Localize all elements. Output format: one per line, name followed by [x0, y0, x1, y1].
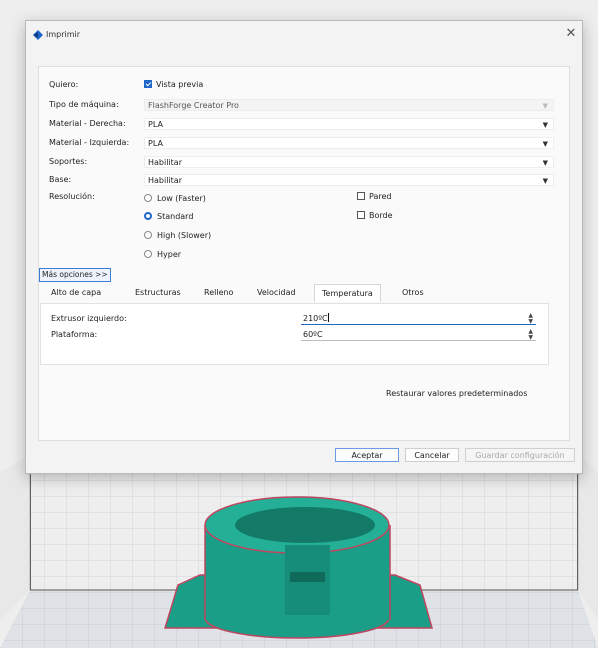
plataforma-temp-input[interactable]: 60ºC ▲ ▼	[301, 329, 536, 341]
restore-defaults-button[interactable]: Restaurar valores predeterminados	[386, 389, 527, 398]
tab-relleno[interactable]: Relleno	[201, 286, 236, 299]
app-logo-icon	[33, 30, 43, 40]
radio-hyper-label: Hyper	[157, 250, 182, 259]
material-derecha-value: PLA	[148, 120, 163, 129]
dialog-title: Imprimir	[46, 30, 81, 39]
radio-on-icon	[144, 212, 152, 220]
cancel-button[interactable]: Cancelar	[405, 448, 459, 462]
save-settings-button[interactable]: Guardar configuración	[465, 448, 575, 462]
radio-off-icon	[144, 194, 152, 202]
material-izquierda-value: PLA	[148, 139, 163, 148]
vista-previa-checkbox[interactable]: Vista previa	[144, 80, 203, 89]
base-value: Habilitar	[148, 176, 182, 185]
quiero-label: Quiero:	[49, 80, 79, 89]
radio-standard[interactable]: Standard	[144, 212, 193, 221]
soportes-label: Soportes:	[49, 157, 88, 166]
radio-high-label: High (Slower)	[157, 231, 212, 240]
base-label: Base:	[49, 175, 72, 184]
extrusor-label: Extrusor izquierdo:	[51, 314, 127, 323]
vista-previa-label: Vista previa	[156, 80, 204, 89]
soportes-value: Habilitar	[148, 158, 182, 167]
chevron-down-icon: ▼	[542, 102, 548, 110]
print-settings-panel: Quiero: Vista previa Tipo de máquina: Fl…	[38, 66, 570, 441]
extrusor-temp-value: 210ºC	[303, 314, 328, 323]
print-dialog: Imprimir ✕ Quiero: Vista previa Tipo de …	[25, 20, 583, 474]
material-derecha-label: Material - Derecha:	[49, 119, 126, 128]
material-izquierda-select[interactable]: PLA ▼	[144, 137, 554, 149]
title-bar: Imprimir ✕	[26, 21, 582, 49]
radio-off-icon	[144, 250, 152, 258]
tab-otros[interactable]: Otros	[399, 286, 427, 299]
material-izquierda-label: Material - Izquierda:	[49, 138, 130, 147]
radio-low-label: Low (Faster)	[157, 194, 206, 203]
borde-label: Borde	[369, 211, 393, 220]
chevron-down-icon: ▼	[542, 121, 548, 129]
chevron-down-icon: ▼	[542, 159, 548, 167]
radio-off-icon	[144, 231, 152, 239]
tipo-maquina-select[interactable]: FlashForge Creator Pro ▼	[144, 99, 554, 111]
base-select[interactable]: Habilitar ▼	[144, 174, 554, 186]
tab-alto-de-capa[interactable]: Alto de capa	[48, 286, 104, 299]
checkbox-unchecked-icon	[357, 192, 365, 200]
tipo-maquina-value: FlashForge Creator Pro	[148, 101, 239, 110]
extrusor-temp-input[interactable]: 210ºC ▲ ▼	[301, 313, 536, 325]
text-caret	[327, 313, 329, 322]
tab-temperatura[interactable]: Temperatura	[314, 284, 381, 302]
spin-arrows-icon[interactable]: ▲ ▼	[528, 329, 533, 341]
tipo-maquina-label: Tipo de máquina:	[49, 100, 119, 109]
radio-low[interactable]: Low (Faster)	[144, 194, 206, 203]
radio-hyper[interactable]: Hyper	[144, 250, 181, 259]
radio-high[interactable]: High (Slower)	[144, 231, 211, 240]
soportes-select[interactable]: Habilitar ▼	[144, 156, 554, 168]
checkbox-unchecked-icon	[357, 211, 365, 219]
borde-checkbox[interactable]: Borde	[357, 211, 393, 220]
temperatura-pane: Extrusor izquierdo: 210ºC ▲ ▼ Plataforma:…	[40, 303, 549, 365]
plataforma-label: Plataforma:	[51, 330, 98, 339]
checkbox-checked-icon	[144, 80, 152, 88]
chevron-down-icon: ▼	[542, 177, 548, 185]
chevron-down-icon: ▼	[542, 140, 548, 148]
pared-checkbox[interactable]: Pared	[357, 192, 391, 201]
more-options-button[interactable]: Más opciones >>	[39, 268, 111, 282]
pared-label: Pared	[369, 192, 392, 201]
material-derecha-select[interactable]: PLA ▼	[144, 118, 554, 130]
close-button[interactable]: ✕	[564, 26, 578, 42]
tab-velocidad[interactable]: Velocidad	[254, 286, 299, 299]
resolucion-label: Resolución:	[49, 192, 95, 201]
plataforma-temp-value: 60ºC	[303, 330, 323, 339]
accept-button[interactable]: Aceptar	[335, 448, 399, 462]
spin-arrows-icon[interactable]: ▲ ▼	[528, 313, 533, 325]
tab-estructuras[interactable]: Estructuras	[132, 286, 184, 299]
radio-standard-label: Standard	[157, 212, 194, 221]
